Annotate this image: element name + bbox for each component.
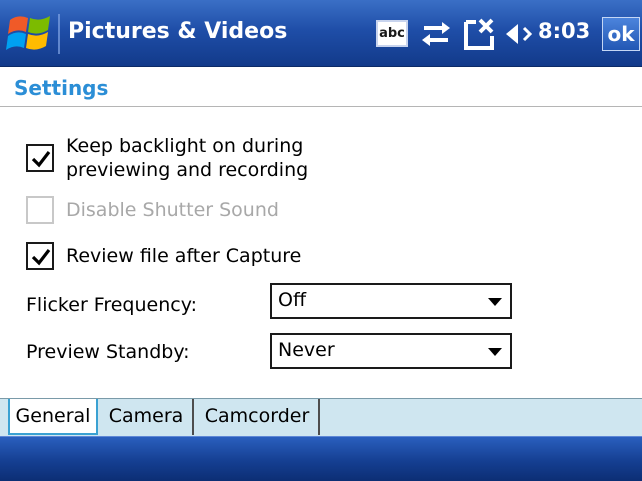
app-title: Pictures & Videos [68,19,288,44]
tab-general[interactable]: General [8,399,98,435]
volume-icon[interactable] [504,18,536,50]
tab-camcorder[interactable]: Camcorder [196,399,320,435]
header-divider [0,106,642,107]
page-title: Settings [14,76,109,100]
connectivity-icon[interactable] [418,14,454,54]
start-menu-button[interactable] [4,8,58,58]
preview-standby-select[interactable]: Never [270,333,512,369]
shutter-sound-checkbox [26,196,54,224]
menu-bar [0,436,642,481]
clock[interactable]: 8:03 [538,19,590,43]
preview-standby-label: Preview Standby: [26,341,190,363]
shutter-sound-label: Disable Shutter Sound [66,199,279,221]
backlight-label-line2: previewing and recording [66,159,309,181]
dropdown-arrow-icon [488,348,502,356]
dropdown-arrow-icon [488,298,502,306]
signal-off-icon[interactable] [462,14,496,54]
review-file-label: Review file after Capture [66,245,302,267]
tab-strip: General Camera Camcorder [0,398,642,436]
checkmark-icon [31,151,51,168]
flicker-frequency-select[interactable]: Off [270,283,512,319]
title-separator [58,14,60,54]
preview-standby-value: Never [278,339,335,361]
backlight-checkbox[interactable] [26,144,54,172]
title-bar: Pictures & Videos abc 8:03 ok [0,0,642,67]
input-method-icon[interactable]: abc [376,20,408,47]
tab-camera[interactable]: Camera [100,399,194,435]
backlight-label-line1: Keep backlight on during [66,135,304,157]
flicker-frequency-label: Flicker Frequency: [26,294,197,316]
windows-flag-icon [6,16,50,50]
checkmark-icon [31,249,51,266]
flicker-frequency-value: Off [278,289,307,311]
ok-button[interactable]: ok [602,17,640,51]
review-file-checkbox[interactable] [26,242,54,270]
